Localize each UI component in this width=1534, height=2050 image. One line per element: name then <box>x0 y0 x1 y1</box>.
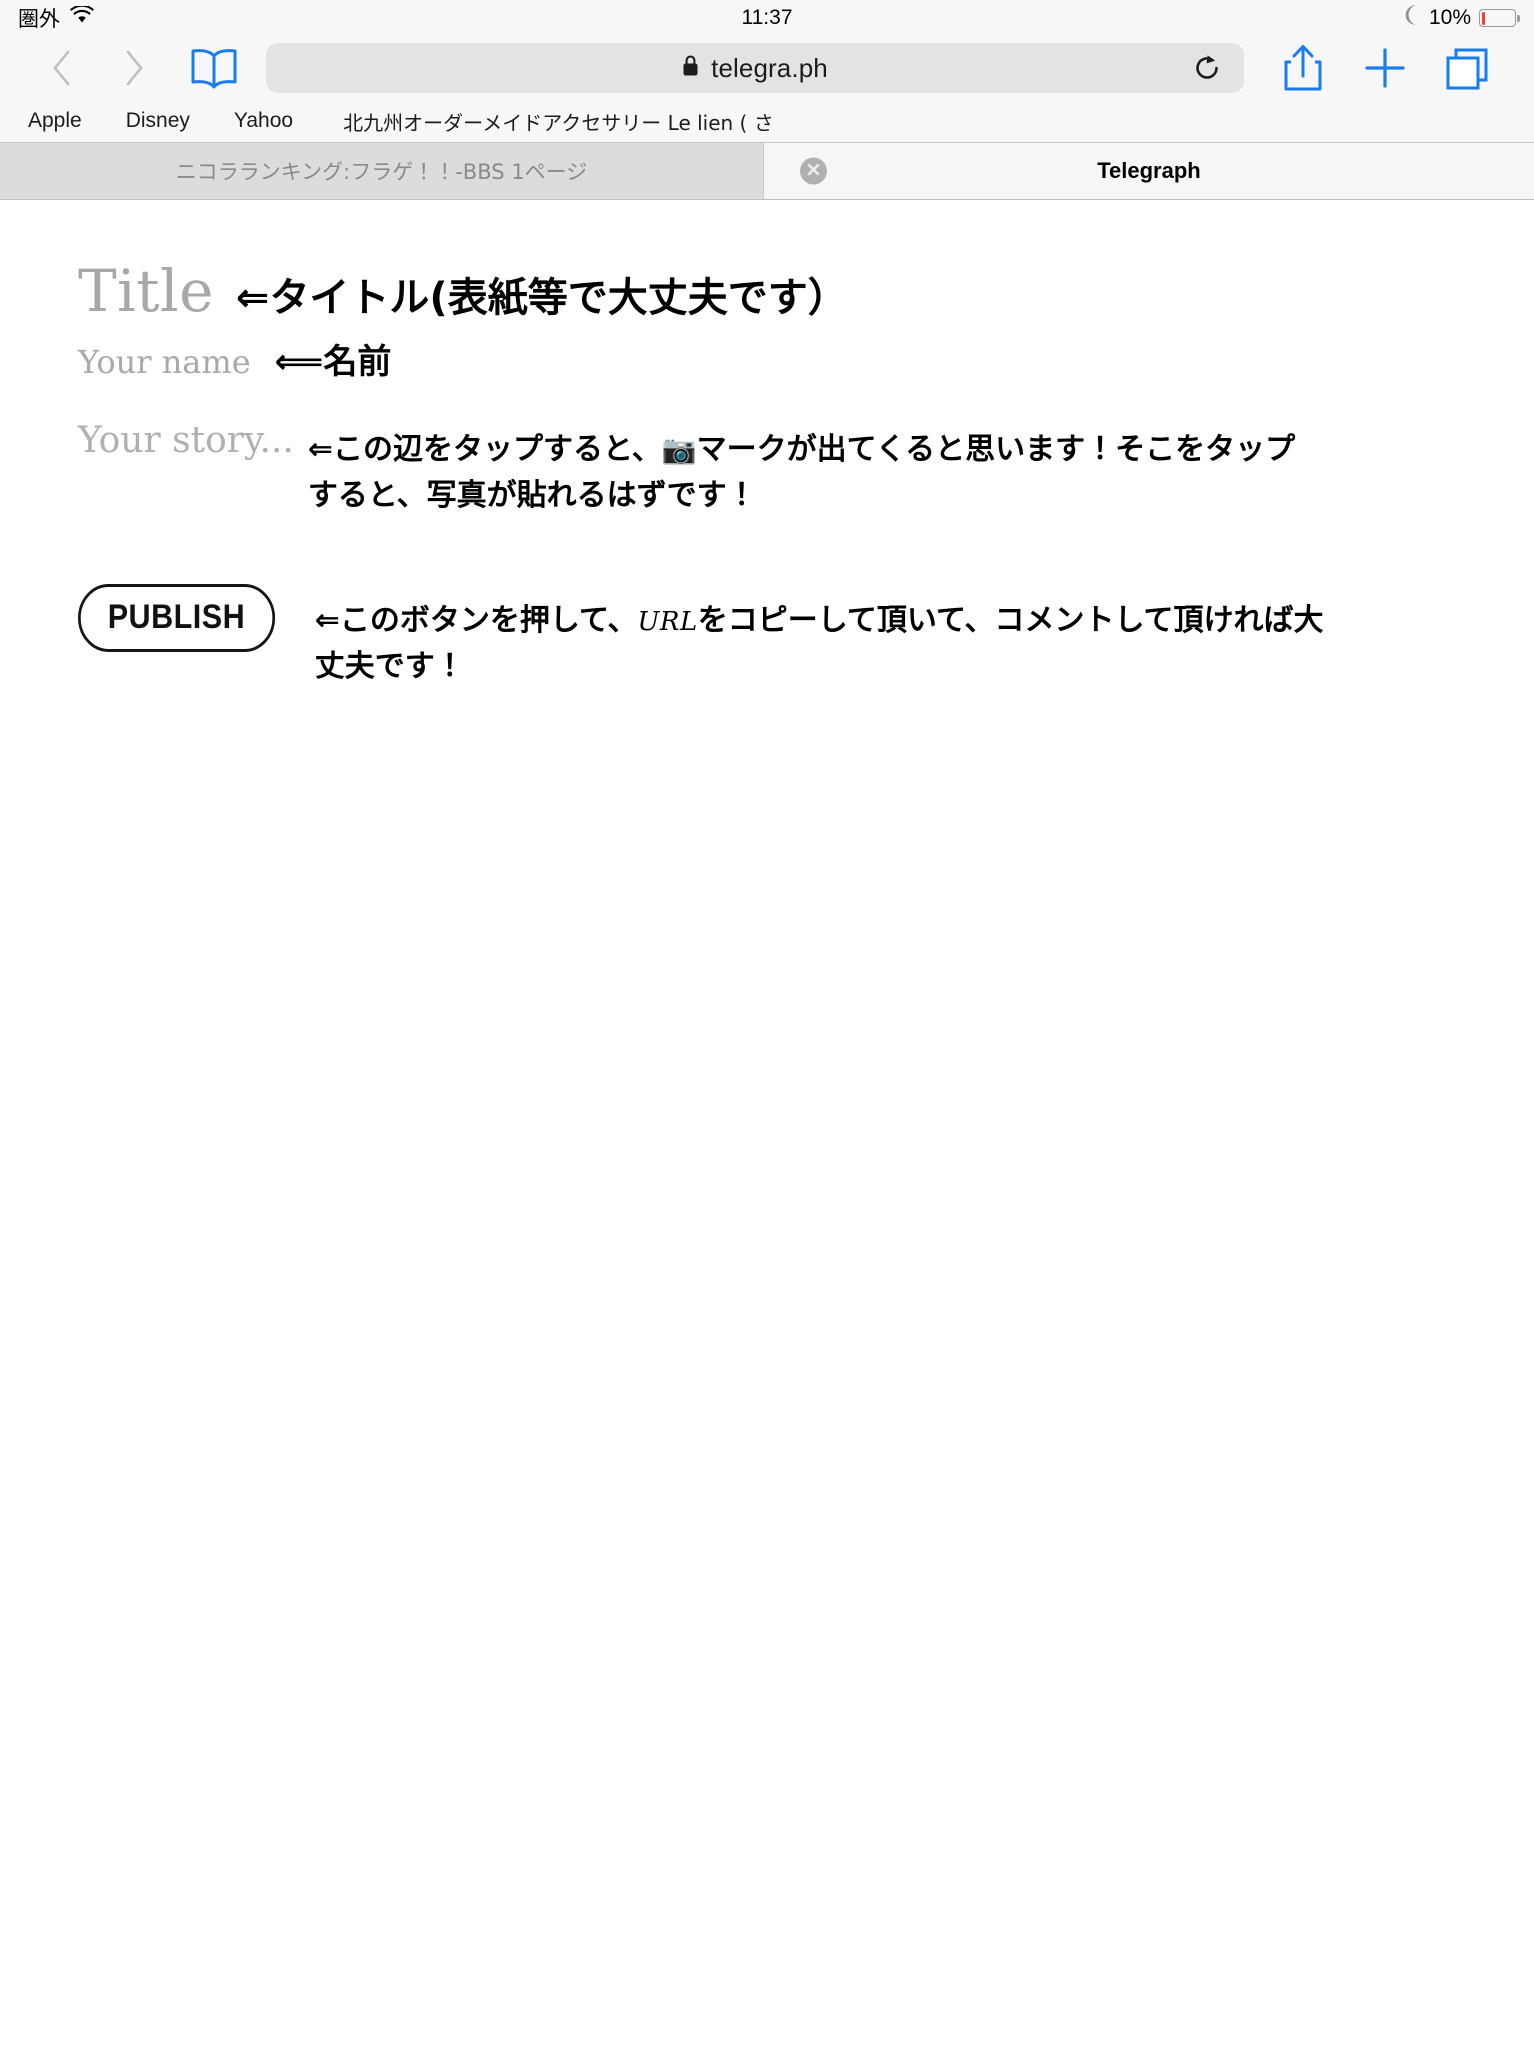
tab-bar: ニコラランキング:フラゲ！！-BBS 1ページ ✕ Telegraph <box>0 143 1534 200</box>
title-annotation: ⇐タイトル(表紙等で大丈夫です） <box>235 275 848 321</box>
new-tab-button[interactable] <box>1344 45 1426 91</box>
bookmarks-button[interactable] <box>170 46 258 90</box>
author-input-placeholder[interactable]: Your name <box>78 343 251 381</box>
author-row: Your name ⟸名前 <box>78 342 1456 383</box>
title-input-placeholder[interactable]: Title <box>78 259 214 324</box>
reload-icon <box>1196 55 1218 79</box>
lock-icon <box>682 54 699 82</box>
browser-toolbar: telegra.ph <box>0 36 1534 100</box>
publish-annotation-url-word: URL <box>637 606 698 637</box>
tab-title: ニコラランキング:フラゲ！！-BBS 1ページ <box>175 160 588 184</box>
chevron-left-icon <box>53 50 70 86</box>
url-bar[interactable]: telegra.ph <box>266 43 1244 93</box>
open-book-icon <box>191 49 237 89</box>
bookmark-yahoo[interactable]: Yahoo <box>212 109 315 133</box>
camera-icon: 📷 <box>661 432 697 466</box>
url-text: telegra.ph <box>711 52 828 83</box>
telegraph-editor: Title ⇐タイトル(表紙等で大丈夫です） Your name ⟸名前 You… <box>0 200 1534 691</box>
story-input-placeholder[interactable]: Your story... <box>78 409 294 462</box>
reload-button[interactable] <box>1192 53 1222 83</box>
tab-title: Telegraph <box>1097 158 1201 183</box>
share-icon <box>1284 45 1322 91</box>
bookmarks-bar: Apple Disney Yahoo 北九州オーダーメイドアクセサリー Le l… <box>0 100 1534 142</box>
story-annotation: ⇐この辺をタップすると、📷マークが出てくると思います！そこをタップすると、写真が… <box>308 409 1308 520</box>
bookmark-le-lien[interactable]: 北九州オーダーメイドアクセサリー Le lien ( さ <box>315 107 796 136</box>
back-button[interactable] <box>26 49 98 87</box>
share-button[interactable] <box>1262 43 1344 93</box>
show-tabs-button[interactable] <box>1426 44 1508 92</box>
tabs-icon <box>1446 48 1488 90</box>
story-row: Your story... ⇐この辺をタップすると、📷マークが出てくると思います… <box>78 409 1456 520</box>
title-row: Title ⇐タイトル(表紙等で大丈夫です） <box>78 259 1456 324</box>
publish-annotation: ⇐このボタンを押して、URLをコピーして頂いて、コメントして頂ければ大丈夫です！ <box>315 584 1335 691</box>
page-content: Title ⇐タイトル(表紙等で大丈夫です） Your name ⟸名前 You… <box>0 200 1534 2050</box>
author-annotation: ⟸名前 <box>274 341 392 382</box>
url-bar-content: telegra.ph <box>682 53 828 84</box>
tab-nicola-ranking[interactable]: ニコラランキング:フラゲ！！-BBS 1ページ <box>0 143 764 199</box>
chevron-right-icon <box>126 50 143 86</box>
status-bar-clock: 11:37 <box>741 6 793 29</box>
battery-icon <box>1479 9 1520 27</box>
forward-button[interactable] <box>98 49 170 87</box>
tab-telegraph[interactable]: ✕ Telegraph <box>764 143 1534 199</box>
plus-icon <box>1365 48 1405 88</box>
bookmark-apple[interactable]: Apple <box>24 109 104 133</box>
browser-chrome: 圏外 11:37 10% telegra.ph Apple Disney Yah… <box>0 0 1534 143</box>
publish-annotation-prefix: ⇐このボタンを押して、 <box>314 602 638 638</box>
status-bar: 圏外 11:37 10% <box>0 0 1534 36</box>
publish-row: PUBLISH ⇐このボタンを押して、URLをコピーして頂いて、コメントして頂け… <box>78 583 1456 691</box>
tab-close-button[interactable]: ✕ <box>800 157 827 185</box>
story-annotation-prefix: ⇐この辺をタップすると、 <box>307 431 662 467</box>
publish-button[interactable]: PUBLISH <box>78 583 275 652</box>
bookmark-disney[interactable]: Disney <box>104 109 212 133</box>
